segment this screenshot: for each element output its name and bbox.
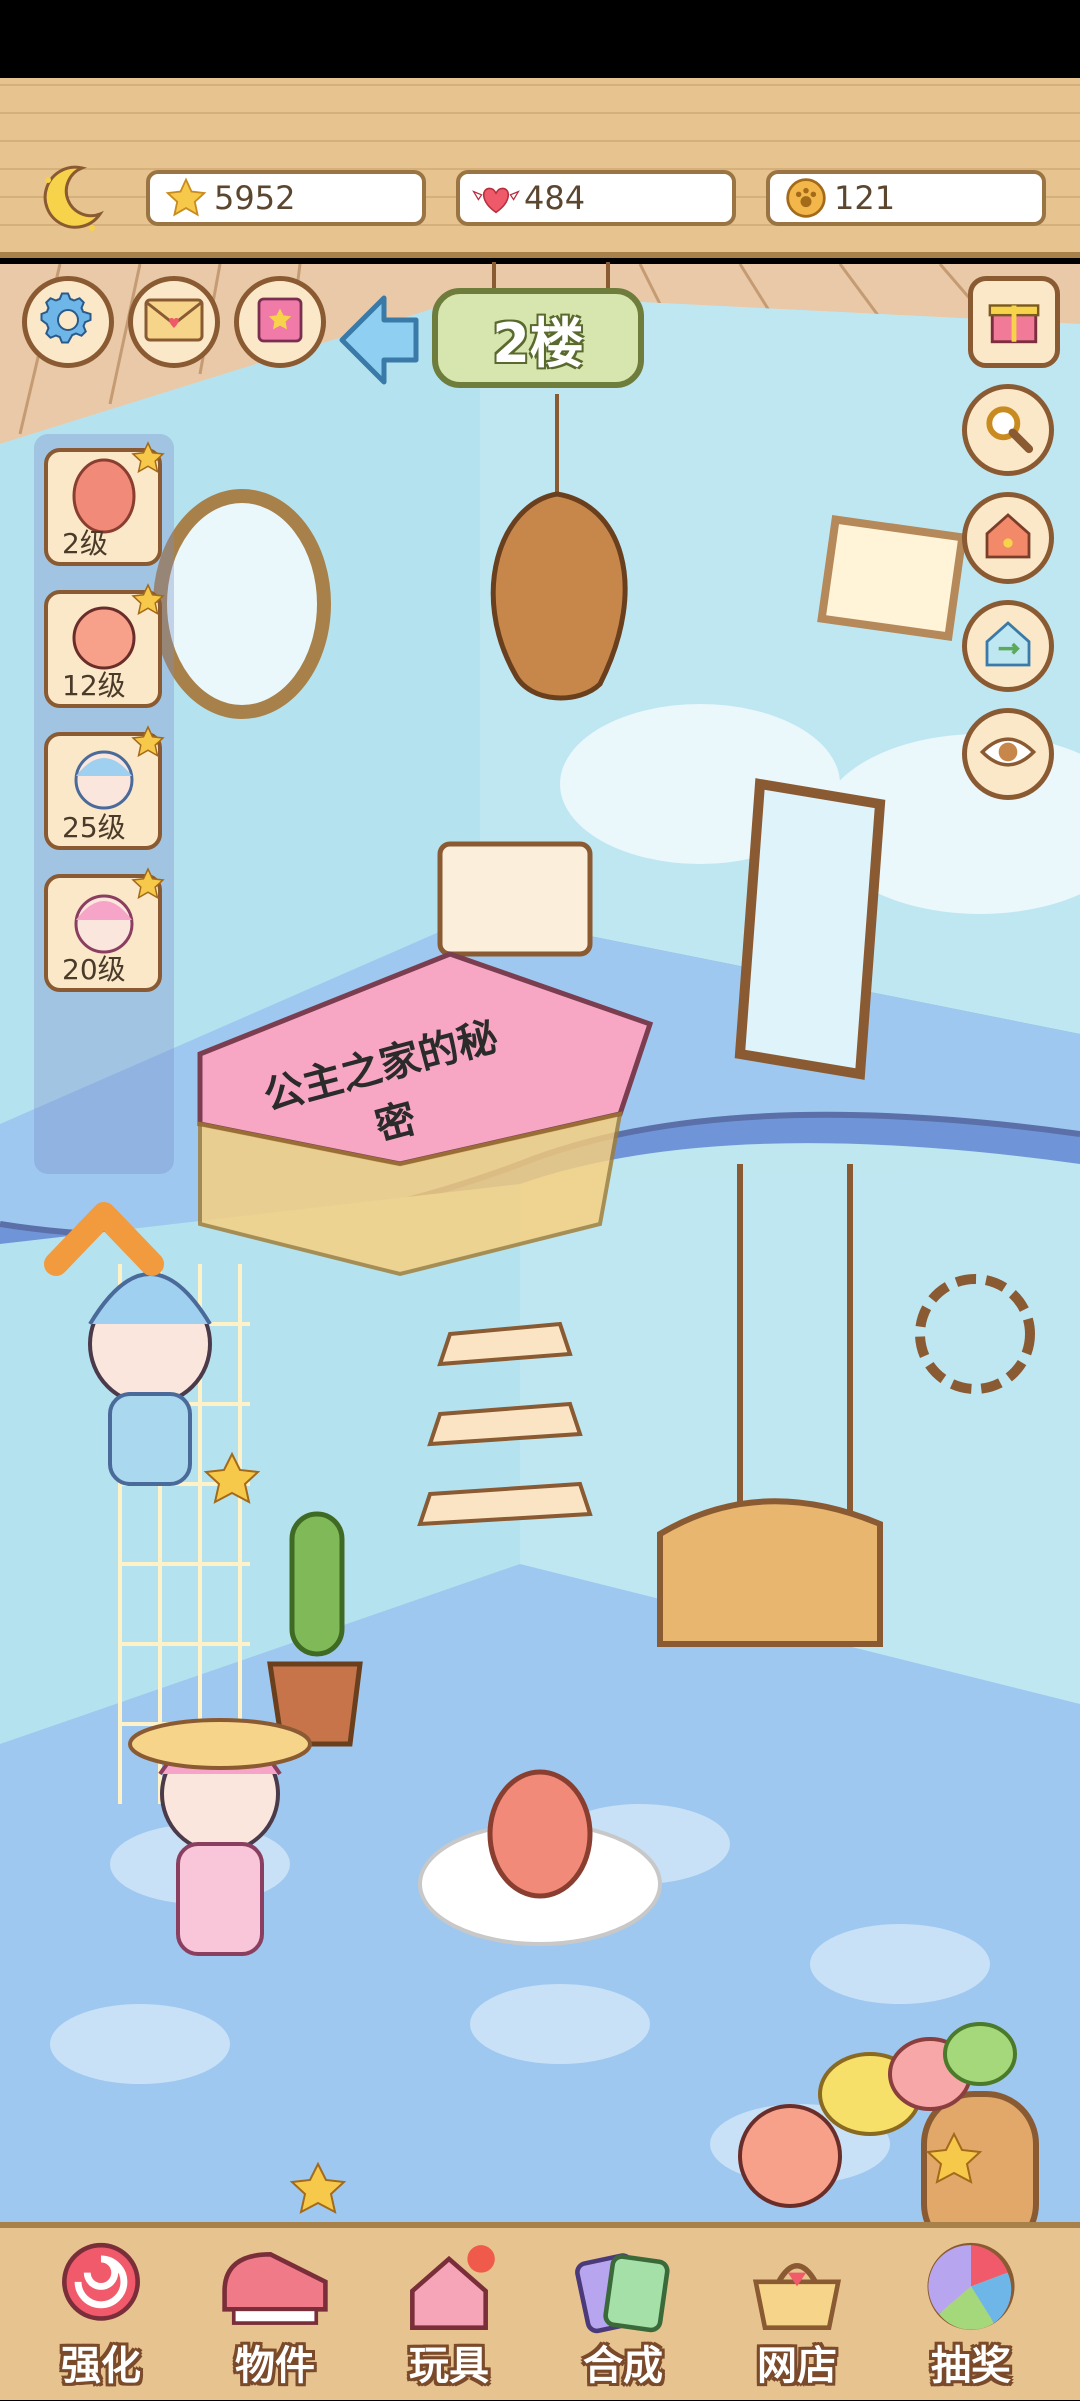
pet-house-button[interactable] [962,492,1054,584]
nav-merge[interactable]: 合成 [548,2236,698,2401]
stars-counter[interactable]: 5952 [146,170,426,226]
pet-house-icon [980,508,1036,568]
star-badge-icon [131,583,165,616]
top-resource-bar: 5952 484 121 [0,78,1080,258]
paw-coin-icon [782,174,830,222]
status-bar [0,0,1080,78]
nav-label: 合成 [583,2343,663,2389]
character-card-pink-girl[interactable]: 20级 [44,867,165,992]
star-icon [162,174,210,222]
mail-button[interactable] [128,276,220,368]
floor-sign-label: 2楼 [492,311,584,375]
character-level: 2级 [62,527,108,560]
stars-value: 5952 [214,179,296,217]
star-badge-icon [131,725,165,758]
nav-shop[interactable]: 网店 [722,2236,872,2401]
search-button[interactable] [962,384,1054,476]
character-level: 25级 [62,811,126,844]
nav-lottery[interactable]: 抽奖 [896,2236,1046,2401]
moon-icon[interactable] [30,158,110,238]
coins-counter[interactable]: 121 [766,170,1046,226]
floor-sign[interactable]: 2楼 [432,288,644,388]
nav-label: 抽奖 [931,2343,1011,2389]
nav-toys[interactable]: 玩具 [374,2236,524,2401]
character-card-egg[interactable]: 2级 [44,441,165,566]
character-card-blue-girl[interactable]: 25级 [44,725,165,850]
nav-label: 网店 [757,2343,837,2389]
standing-mirror[interactable] [740,784,880,1074]
settings-gear-icon [38,290,98,354]
hearts-value: 484 [524,179,586,217]
gift-button[interactable] [968,276,1060,368]
coins-value: 121 [834,179,896,217]
star-book-icon [252,292,308,352]
star-badge-icon [131,867,165,900]
back-arrow-icon [334,295,424,394]
magnifier-icon [980,400,1036,460]
hearts-counter[interactable]: 484 [456,170,736,226]
gift-icon [985,291,1043,353]
character-level: 12级 [62,669,126,702]
view-button[interactable] [962,708,1054,800]
eye-icon [979,732,1037,776]
fried-egg-item[interactable] [420,1764,660,1944]
house-swap-icon [980,616,1036,676]
nav-strengthen[interactable]: 强化 [26,2236,176,2401]
character-card-owl[interactable]: 12级 [44,583,165,708]
star-badge-icon [131,441,165,474]
bottom-nav: 强化 物件 玩具 合成 网店 抽奖 [0,2222,1080,2400]
nav-label: 玩具 [409,2343,489,2389]
guide-book-button[interactable] [234,276,326,368]
nav-items[interactable]: 物件 [200,2236,350,2401]
house-swap-button[interactable] [962,600,1054,692]
back-button[interactable] [334,290,424,390]
mail-envelope-icon [144,296,204,348]
winged-heart-icon [472,174,520,222]
floor-up-arrow[interactable] [50,1194,160,1284]
nav-label: 强化 [61,2343,141,2389]
character-level: 20级 [62,953,126,986]
nav-label: 物件 [235,2343,315,2389]
exit-door[interactable] [920,2084,1040,2224]
settings-button[interactable] [22,276,114,368]
